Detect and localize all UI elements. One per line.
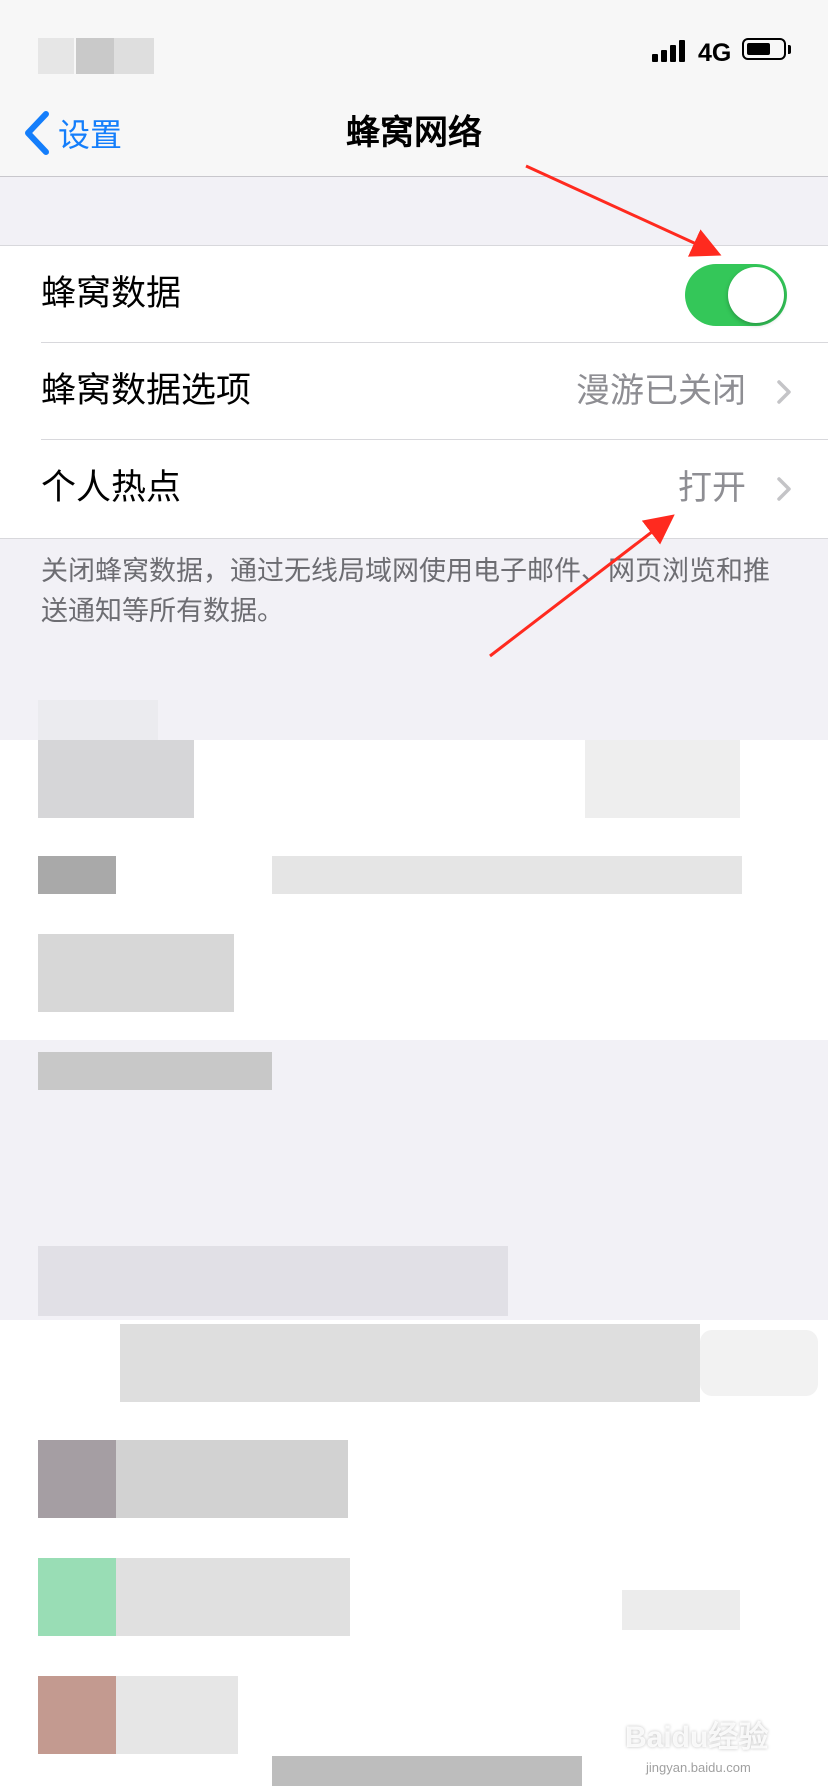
baidu-watermark: Baidu经验 [625,1721,769,1754]
chevron-right-icon [777,380,791,404]
cellular-settings-group: 蜂窝数据 蜂窝数据选项 漫游已关闭 个人热点 打开 [0,245,828,539]
pixelated-content [0,660,828,1792]
cellular-data-footer-note: 关闭蜂窝数据，通过无线局域网使用电子邮件、网页浏览和推送通知等所有数据。 [41,556,770,627]
page-title: 蜂窝网络 [346,113,482,153]
back-label: 设置 [58,116,123,154]
arrow-to-toggle [525,164,722,257]
row-label: 蜂窝数据 [41,274,182,314]
back-button[interactable]: 设置 [22,108,122,158]
battery-icon [742,38,786,60]
row-cellular-data: 蜂窝数据 [0,246,828,343]
battery-tip [788,45,791,54]
network-type-label: 4G [698,39,732,67]
blurred-time [38,38,74,74]
row-value: 漫游已关闭 [576,371,746,411]
chevron-right-icon [777,477,791,501]
row-personal-hotspot[interactable]: 个人热点 打开 [0,440,828,537]
row-cellular-data-options[interactable]: 蜂窝数据选项 漫游已关闭 [0,343,828,440]
chevron-left-icon [25,111,49,155]
toggle-knob [728,267,784,323]
signal-strength-icon [652,40,688,62]
row-label: 个人热点 [41,468,182,508]
row-label: 蜂窝数据选项 [41,371,252,411]
watermark-url: jingyan.baidu.com [646,1760,751,1775]
cellular-data-toggle[interactable] [685,264,787,326]
row-value: 打开 [678,468,746,508]
